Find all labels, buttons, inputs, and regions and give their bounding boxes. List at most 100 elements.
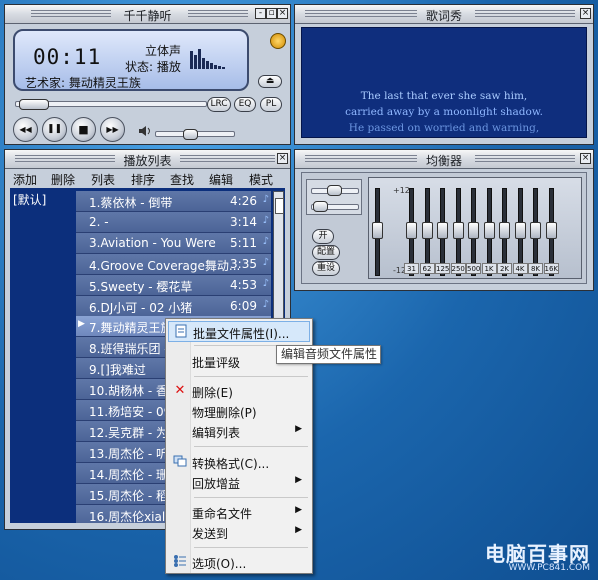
eq-band-knob[interactable]: [406, 222, 417, 239]
note-icon: ♪: [262, 235, 269, 247]
track-title: 3.Aviation - You Were: [89, 235, 216, 250]
track-title: 2. -: [89, 214, 109, 229]
menu-edit-list[interactable]: 编辑列表 ▶: [168, 421, 310, 442]
scrollbar-thumb[interactable]: [275, 198, 284, 214]
playlist-toggle-button[interactable]: PL: [260, 97, 282, 112]
submenu-arrow-icon: ▶: [295, 424, 302, 434]
eq-band-knob[interactable]: [499, 222, 510, 239]
pause-button[interactable]: ❚❚: [42, 117, 67, 142]
seek-knob[interactable]: [19, 99, 49, 110]
eq-freq-label: 1K: [481, 263, 497, 274]
playlist-menubar: 添加 删除 列表 排序 查找 编辑 模式: [9, 170, 286, 188]
menu-rename-file[interactable]: 重命名文件 ▶: [168, 502, 310, 523]
lyric-line: carried away by a moonlight shadow.: [345, 106, 543, 118]
note-icon: ♪: [262, 277, 269, 289]
eq-freq-label: 125: [435, 263, 450, 274]
tooltip: 编辑音频文件属性: [276, 345, 381, 364]
eq-band-knob[interactable]: [421, 222, 433, 239]
submenu-arrow-icon: ▶: [295, 505, 302, 515]
menu-edit[interactable]: 编辑: [209, 171, 233, 188]
list-panel: [默认]: [10, 188, 73, 523]
eject-button[interactable]: ⏏: [258, 75, 282, 88]
player-titlebar[interactable]: 千千静听 - ▫ ×: [5, 5, 290, 24]
eq-band-knob[interactable]: [530, 222, 541, 239]
playlist-row[interactable]: 5.Sweety - 樱花草 4:53 ♪: [76, 274, 271, 296]
menu-separator: [194, 376, 308, 377]
lyrics-close-button[interactable]: ×: [580, 8, 591, 19]
note-icon: ♪: [262, 194, 269, 205]
menu-label: 选项(O)...: [192, 557, 247, 571]
track-duration: 3:35: [230, 256, 257, 271]
menu-label: 转换格式(C)...: [192, 457, 270, 471]
eq-band-knob[interactable]: [437, 222, 448, 239]
previous-button[interactable]: ◀◀: [13, 117, 38, 142]
preamp-knob[interactable]: [372, 222, 383, 239]
playlist-row[interactable]: 2. - 3:14 ♪: [76, 211, 271, 233]
next-button[interactable]: ▶▶: [100, 117, 125, 142]
menu-replay-gain[interactable]: 回放增益 ▶: [168, 472, 310, 493]
player-window: 千千静听 - ▫ × 00:11 立体声 状态: 播放 艺术家: 舞动精灵王族 …: [4, 4, 291, 145]
eq-band-knob[interactable]: [545, 222, 557, 239]
equalizer-close-button[interactable]: ×: [580, 153, 591, 164]
convert-icon: [172, 454, 188, 470]
menu-delete[interactable]: ✕ 删除(E): [168, 381, 310, 402]
lyrics-titlebar[interactable]: 歌词秀 ×: [295, 5, 593, 24]
default-list-item[interactable]: [默认]: [13, 191, 46, 208]
current-track-arrow-icon: ▶: [78, 319, 85, 330]
stop-button[interactable]: ■: [71, 117, 96, 142]
menu-label: 重命名文件: [192, 507, 253, 521]
playlist-row[interactable]: 3.Aviation - You Were 5:11 ♪: [76, 232, 271, 254]
lyrics-toggle-button[interactable]: LRC: [207, 97, 231, 112]
eq-freq-label: 250: [450, 263, 466, 274]
eq-on-button[interactable]: 开: [312, 229, 334, 244]
playlist-row[interactable]: 1.蔡依林 - 倒带 4:26 ♪: [76, 191, 271, 212]
headphone-icon[interactable]: [270, 33, 286, 49]
eq-band-knob[interactable]: [452, 222, 464, 239]
track-duration: 4:26: [230, 194, 257, 208]
volume-knob[interactable]: [183, 129, 198, 140]
menu-add[interactable]: 添加: [13, 171, 37, 188]
eq-preset-button[interactable]: 配置: [312, 245, 340, 260]
menu-find[interactable]: 查找: [170, 171, 194, 188]
menu-sort[interactable]: 排序: [131, 171, 155, 188]
eq-band-knob[interactable]: [483, 222, 495, 239]
menu-physical-delete[interactable]: 物理删除(P): [168, 401, 310, 422]
menu-send-to[interactable]: 发送到 ▶: [168, 522, 310, 543]
menu-delete[interactable]: 删除: [51, 171, 75, 188]
balance-knob[interactable]: [327, 185, 342, 196]
lyric-line: The last that ever she saw him,: [360, 90, 528, 102]
note-icon: ♪: [262, 298, 269, 310]
minimize-button[interactable]: -: [255, 8, 266, 19]
close-button[interactable]: ×: [277, 8, 288, 19]
menu-separator: [194, 497, 308, 498]
menu-label: 物理删除(P): [192, 406, 257, 420]
track-title: 4.Groove Coverage舞动...: [89, 258, 239, 273]
menu-label: 批量文件属性(I)...: [193, 327, 290, 341]
lyrics-window: 歌词秀 × The last that ever she saw him, ca…: [294, 4, 594, 145]
playlist-row[interactable]: 6.DJ小可 - 02 小猪 6:09 ♪: [76, 295, 271, 317]
eq-freq-label: 4K: [512, 263, 528, 274]
eq-freq-label: 62: [419, 263, 435, 274]
playlist-row[interactable]: 4.Groove Coverage舞动... 3:35 ♪: [76, 253, 271, 275]
player-display: 00:11 立体声 状态: 播放 艺术家: 舞动精灵王族: [13, 29, 249, 91]
menu-convert-format[interactable]: 转换格式(C)...: [168, 452, 310, 473]
submenu-arrow-icon: ▶: [295, 525, 302, 535]
eq-band-knob[interactable]: [468, 222, 479, 239]
restore-button[interactable]: ▫: [266, 8, 277, 19]
volume-icon[interactable]: [138, 125, 152, 137]
menu-mode[interactable]: 模式: [249, 171, 273, 188]
equalizer-titlebar[interactable]: 均衡器 ×: [295, 150, 593, 169]
playlist-close-button[interactable]: ×: [277, 153, 288, 164]
eq-reset-button[interactable]: 重设: [312, 261, 340, 276]
menu-batch-properties[interactable]: 批量文件属性(I)...: [168, 321, 310, 342]
menu-list[interactable]: 列表: [91, 171, 115, 188]
surround-knob[interactable]: [313, 201, 328, 212]
menu-options[interactable]: 选项(O)...: [168, 552, 310, 573]
lyric-line: He passed on worried and warning,: [348, 122, 540, 134]
equalizer-toggle-button[interactable]: EQ: [234, 97, 256, 112]
track-duration: 3:14: [230, 214, 257, 229]
delete-x-icon: ✕: [174, 383, 186, 398]
note-icon: ♪: [262, 256, 269, 268]
playlist-titlebar[interactable]: 播放列表 ×: [5, 150, 290, 169]
eq-band-knob[interactable]: [514, 222, 526, 239]
